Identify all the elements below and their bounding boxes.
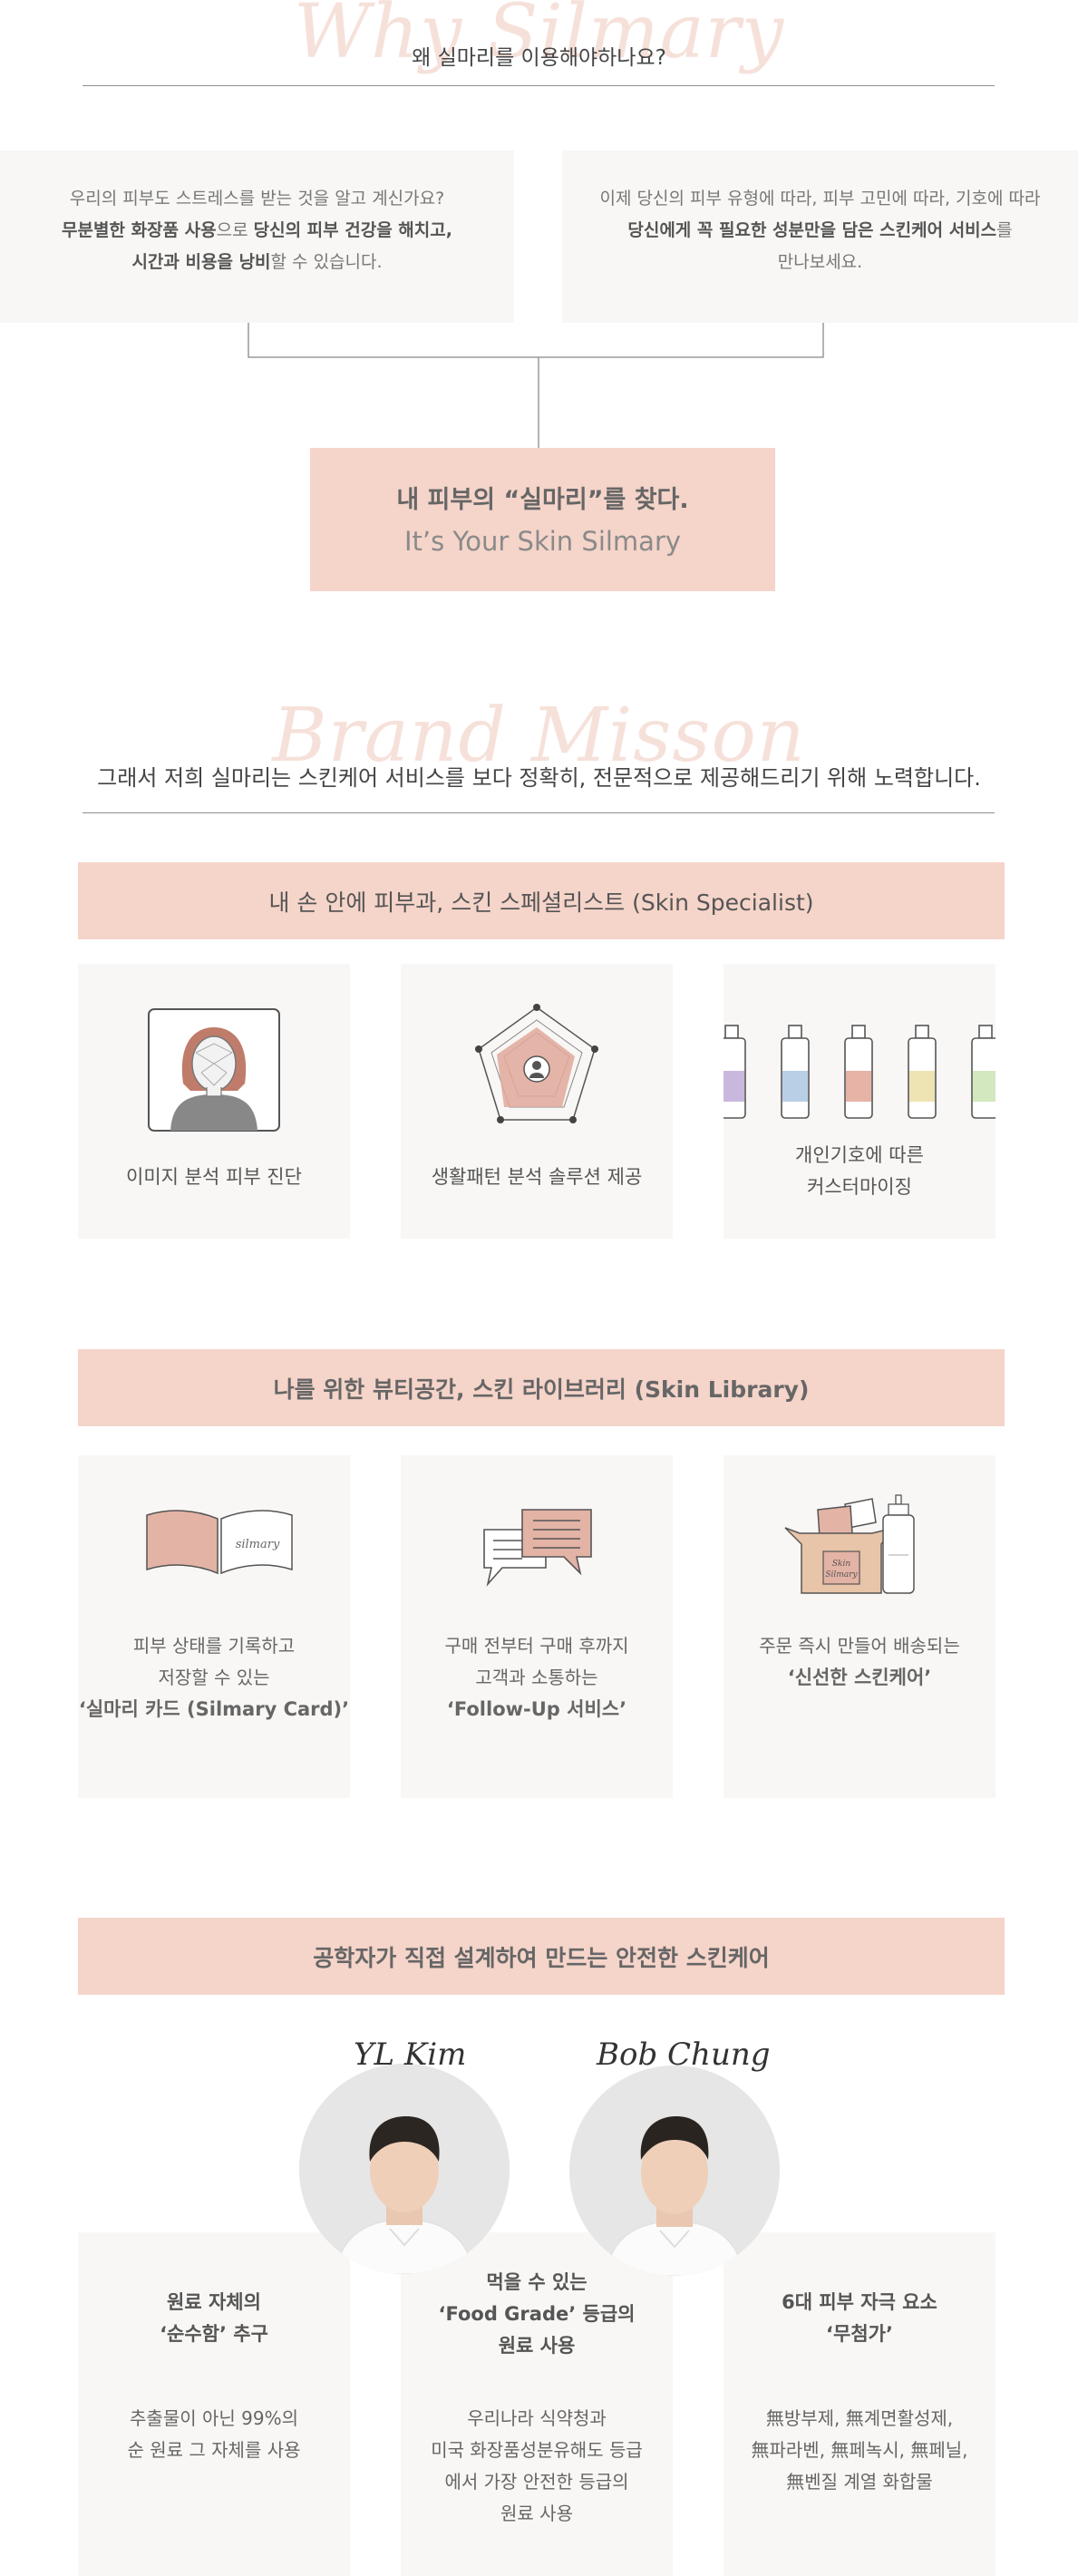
engineer-card2-desc3: 에서 가장 안전한 등급의	[444, 2471, 629, 2493]
package-box-icon: Skin Silmary	[784, 1494, 915, 1594]
why-right-card: 이제 당신의 피부 유형에 따라, 피부 고민에 따라, 기호에 따라 당신에게…	[562, 151, 1078, 323]
book-brand-text: silmary	[236, 1538, 280, 1551]
bottles-icon	[724, 1025, 995, 1119]
box-label-line2: Silmary	[825, 1570, 858, 1580]
person-avatar-icon	[299, 2064, 510, 2274]
why-right-line1: 이제 당신의 피부 유형에 따라, 피부 고민에 따라, 기호에 따라	[599, 189, 1041, 209]
engineer-card3-desc1: 無방부제, 無계면활성제,	[765, 2407, 954, 2429]
specialist-card-custom: 개인기호에 따른 커스터마이징	[724, 964, 995, 1239]
engineer-card1-desc2: 순 원료 그 자체를 사용	[127, 2439, 301, 2461]
person-avatar-icon	[569, 2066, 780, 2276]
why-subtitle: 왜 실마리를 이용해야하나요?	[412, 46, 666, 70]
specialist-card1-title: 이미지 분석 피부 진단	[126, 1166, 302, 1188]
why-right-line2: 당신에게 꼭 필요한 성분만을 담은 스킨케어 서비스를	[627, 220, 1013, 240]
library-card-silmary-card: silmary 피부 상태를 기록하고 저장할 수 있는 ‘실마리 카드 (Si…	[78, 1455, 350, 1798]
engineer-card3-title1: 6대 피부 자극 요소	[782, 2291, 937, 2313]
library-card1-line1: 피부 상태를 기록하고	[132, 1635, 296, 1657]
engineer-card2-desc2: 미국 화장품성분유해도 등급	[431, 2439, 643, 2461]
signature-bob-chung: Bob Chung	[597, 2036, 771, 2073]
engineer-card-purity: 원료 자체의 ‘순수함’ 추구 추출물이 아닌 99%의 순 원료 그 자체를 …	[78, 2232, 350, 2576]
specialist-card3-title-line1: 개인기호에 따른	[795, 1144, 924, 1166]
library-card2-line2: 고객과 소통하는	[475, 1667, 598, 1688]
engineer-card2-title1: 먹을 수 있는	[486, 2271, 588, 2293]
why-result-kr: 내 피부의 “실마리”를 찾다.	[396, 486, 689, 514]
chat-bubbles-icon	[483, 1509, 592, 1587]
why-left-line1: 우리의 피부도 스트레스를 받는 것을 알고 계신가요?	[69, 189, 445, 209]
specialist-banner: 내 손 안에 피부과, 스킨 스페셜리스트 (Skin Specialist)	[78, 862, 1005, 939]
engineer-card2-title3: 원료 사용	[498, 2335, 576, 2357]
why-left-line2: 무분별한 화장품 사용으로 당신의 피부 건강을 해치고,	[62, 220, 452, 240]
open-book-icon: silmary	[146, 1510, 293, 1575]
library-card1-line2: 저장할 수 있는	[158, 1667, 270, 1688]
why-right-line3: 만나보세요.	[777, 252, 863, 272]
library-card3-line1: 주문 즉시 만들어 배송되는	[759, 1635, 960, 1657]
face-scan-icon	[148, 1008, 280, 1132]
mission-subtitle: 그래서 저희 실마리는 스킨케어 서비스를 보다 정확히, 전문적으로 제공해드…	[97, 765, 981, 791]
library-card-follow-up: 구매 전부터 구매 후까지 고객과 소통하는 ‘Follow-Up 서비스’	[401, 1455, 673, 1798]
why-divider	[83, 85, 995, 86]
library-card3-line2: ‘신선한 스킨케어’	[787, 1667, 932, 1688]
engineer-card1-title2: ‘순수함’ 추구	[160, 2323, 268, 2345]
engineer-card-food-grade: 먹을 수 있는 ‘Food Grade’ 등급의 원료 사용 우리나라 식약청과…	[401, 2232, 673, 2576]
library-card2-line1: 구매 전부터 구매 후까지	[444, 1635, 629, 1657]
signature-yl-kim: YL Kim	[354, 2036, 467, 2073]
engineer-card3-title2: ‘무첨가’	[826, 2323, 893, 2345]
mission-divider	[83, 812, 995, 813]
specialist-card2-title: 생활패턴 분석 솔루션 제공	[431, 1166, 643, 1188]
why-left-card: 우리의 피부도 스트레스를 받는 것을 알고 계신가요? 무분별한 화장품 사용…	[0, 151, 514, 323]
portrait-yl-kim	[299, 2064, 510, 2274]
engineer-card2-desc4: 원료 사용	[500, 2503, 573, 2524]
portrait-bob-chung	[569, 2066, 780, 2276]
library-card-fresh: Skin Silmary 주문 즉시 만들어 배송되는 ‘신선한 스킨케어’	[724, 1455, 995, 1798]
specialist-card-lifestyle: 생활패턴 분석 솔루션 제공	[401, 964, 673, 1239]
why-left-line3: 시간과 비용을 낭비할 수 있습니다.	[131, 252, 383, 272]
library-card2-line3: ‘Follow-Up 서비스’	[446, 1698, 627, 1720]
engineer-card2-title2: ‘Food Grade’ 등급의	[438, 2303, 636, 2325]
engineer-card1-title1: 원료 자체의	[167, 2291, 261, 2313]
engineer-banner: 공학자가 직접 설계하여 만드는 안전한 스킨케어	[78, 1918, 1005, 1995]
engineer-card3-desc2: 無파라벤, 無페녹시, 無페닐,	[751, 2439, 968, 2461]
engineer-card1-desc1: 추출물이 아닌 99%의	[130, 2407, 298, 2429]
engineer-card-additive-free: 6대 피부 자극 요소 ‘무첨가’ 無방부제, 無계면활성제, 無파라벤, 無페…	[724, 2232, 995, 2576]
specialist-card3-title-line2: 커스터마이징	[807, 1176, 912, 1198]
why-connector	[248, 323, 824, 450]
why-result-en: It’s Your Skin Silmary	[403, 526, 682, 557]
box-label-line1: Skin	[832, 1560, 850, 1569]
radar-chart-icon	[475, 1004, 598, 1123]
why-result-box: 내 피부의 “실마리”를 찾다. It’s Your Skin Silmary	[310, 448, 775, 591]
engineer-card3-desc3: 無벤질 계열 화합물	[786, 2471, 933, 2493]
library-card1-line3: ‘실마리 카드 (Silmary Card)’	[78, 1698, 350, 1720]
library-banner: 나를 위한 뷰티공간, 스킨 라이브러리 (Skin Library)	[78, 1349, 1005, 1426]
specialist-card-image-analysis: 이미지 분석 피부 진단	[78, 964, 350, 1239]
engineer-card2-desc1: 우리나라 식약청과	[467, 2407, 607, 2429]
